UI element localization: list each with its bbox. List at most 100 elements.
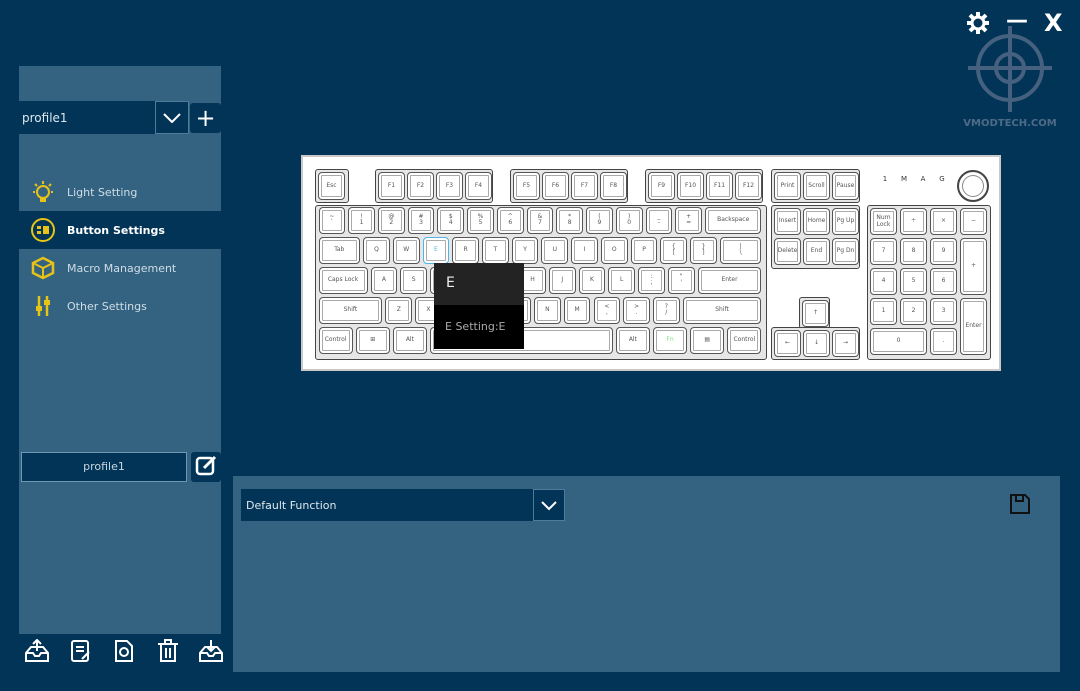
trash-icon[interactable] (154, 636, 182, 666)
key-@2[interactable]: @ 2 (377, 207, 405, 234)
minimize-button[interactable]: — (1006, 8, 1028, 33)
key-w[interactable]: W (392, 237, 420, 264)
key-⊞[interactable]: ⊞ (355, 327, 390, 354)
key-capslock[interactable]: Caps Lock (318, 267, 368, 294)
notes-icon[interactable] (67, 636, 95, 666)
key-f6[interactable]: F6 (542, 172, 569, 200)
key-2[interactable]: 2 (900, 298, 927, 325)
key-r[interactable]: R (452, 237, 479, 264)
key-_-[interactable]: _ - (645, 207, 673, 234)
key-&7[interactable]: & 7 (526, 207, 554, 234)
key-1[interactable]: 1 (870, 298, 897, 325)
key-:;[interactable]: : ; (638, 267, 665, 294)
sidebar-item-button-settings[interactable]: Button Settings (19, 211, 221, 249)
key-<,[interactable]: < , (593, 297, 621, 324)
key-f2[interactable]: F2 (407, 172, 434, 200)
key-pause[interactable]: Pause (832, 172, 859, 200)
key-$4[interactable]: $ 4 (437, 207, 465, 234)
volume-knob[interactable] (957, 170, 989, 202)
key-z[interactable]: Z (385, 297, 413, 324)
key-esc[interactable]: Esc (318, 172, 345, 200)
key-f12[interactable]: F12 (735, 172, 762, 200)
key-?/[interactable]: ? / (652, 297, 680, 324)
key-l[interactable]: L (608, 267, 636, 294)
key->.[interactable]: > . (623, 297, 650, 324)
key-a[interactable]: A (370, 267, 398, 294)
key-insert[interactable]: Insert (774, 208, 801, 235)
key-home[interactable]: Home (803, 208, 830, 235)
key-s[interactable]: S (400, 267, 427, 294)
key-m[interactable]: M (563, 297, 591, 324)
key-f3[interactable]: F3 (436, 172, 463, 200)
key-control[interactable]: Control (727, 327, 762, 354)
function-select[interactable]: Default Function (241, 489, 533, 521)
close-button[interactable]: X (1044, 9, 1063, 37)
export-icon[interactable] (23, 636, 51, 666)
key-−[interactable]: − (960, 208, 987, 235)
key-f4[interactable]: F4 (465, 172, 492, 200)
profile-name-field[interactable]: profile1 (21, 452, 187, 482)
key-enter[interactable]: Enter (960, 298, 987, 355)
sidebar-item-macro-management[interactable]: Macro Management (19, 249, 221, 287)
sidebar-item-light-setting[interactable]: Light Setting (19, 173, 221, 211)
key-}][interactable]: } ] (690, 237, 717, 264)
key-*8[interactable]: * 8 (556, 207, 584, 234)
key-#3[interactable]: # 3 (407, 207, 435, 234)
key-backspace[interactable]: Backspace (704, 207, 762, 234)
key-8[interactable]: 8 (900, 238, 927, 265)
key-!1[interactable]: ! 1 (348, 207, 375, 234)
key-9[interactable]: 9 (930, 238, 957, 265)
key-~`[interactable]: ~ ` (318, 207, 346, 234)
key-n[interactable]: N (534, 297, 561, 324)
key-control[interactable]: Control (318, 327, 353, 354)
import-icon[interactable] (197, 636, 225, 666)
add-profile-button[interactable]: + (190, 103, 221, 133)
key-o[interactable]: O (600, 237, 628, 264)
key-7[interactable]: 7 (870, 238, 897, 265)
key-j[interactable]: J (548, 267, 576, 294)
save-button[interactable] (1009, 493, 1031, 519)
key-{[[interactable]: { [ (660, 237, 688, 264)
key-enter[interactable]: Enter (697, 267, 762, 294)
profile-dropdown-button[interactable] (155, 101, 189, 134)
key-i[interactable]: I (571, 237, 598, 264)
sidebar-item-other-settings[interactable]: Other Settings (19, 287, 221, 325)
key-|\[interactable]: | \ (719, 237, 762, 264)
key-3[interactable]: 3 (930, 298, 957, 325)
key-f8[interactable]: F8 (600, 172, 627, 200)
key-.[interactable]: . (930, 328, 957, 355)
key-f5[interactable]: F5 (513, 172, 540, 200)
key-shift[interactable]: Shift (318, 297, 383, 324)
key-fn[interactable]: Fn (652, 327, 688, 354)
key-→[interactable]: → (832, 330, 859, 357)
key-"'[interactable]: " ' (667, 267, 695, 294)
key-(9[interactable]: ( 9 (586, 207, 613, 234)
key-←[interactable]: ← (774, 330, 801, 357)
function-dropdown-button[interactable] (533, 489, 565, 521)
key-delete[interactable]: Delete (774, 238, 801, 265)
key-)0[interactable]: ) 0 (615, 207, 643, 234)
key-f7[interactable]: F7 (571, 172, 598, 200)
key-↑[interactable]: ↑ (802, 300, 829, 327)
key-t[interactable]: T (482, 237, 509, 264)
key-u[interactable]: U (541, 237, 569, 264)
key-^6[interactable]: ^ 6 (496, 207, 524, 234)
key-×[interactable]: × (930, 208, 957, 235)
key-numlock[interactable]: Num Lock (870, 208, 897, 235)
key-f11[interactable]: F11 (706, 172, 733, 200)
key-alt[interactable]: Alt (615, 327, 650, 354)
key-pgdn[interactable]: Pg Dn (832, 238, 859, 265)
key-alt[interactable]: Alt (392, 327, 427, 354)
key-↓[interactable]: ↓ (803, 330, 830, 357)
settings-button[interactable] (967, 12, 989, 40)
key-0[interactable]: 0 (870, 328, 927, 355)
key-f1[interactable]: F1 (378, 172, 405, 200)
key-k[interactable]: K (578, 267, 606, 294)
key-tab[interactable]: Tab (318, 237, 361, 264)
key-6[interactable]: 6 (930, 268, 957, 295)
key-e[interactable]: E (422, 237, 450, 264)
edit-profile-button[interactable] (191, 452, 221, 482)
key-y[interactable]: Y (511, 237, 539, 264)
key-+[interactable]: + (960, 238, 987, 295)
key-+=[interactable]: + = (675, 207, 702, 234)
